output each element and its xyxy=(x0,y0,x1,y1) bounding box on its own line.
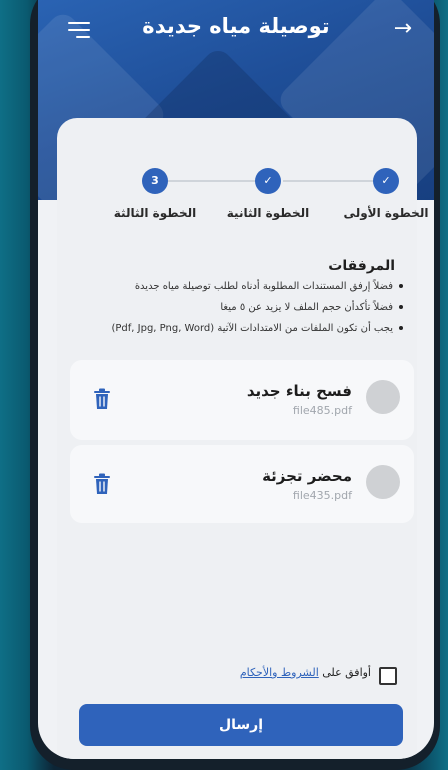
hamburger-menu-icon[interactable] xyxy=(68,22,90,40)
attachments-title: المرفقات xyxy=(328,258,395,274)
step-3-label: الخطوة الثالثة xyxy=(113,206,197,220)
step-2-label: الخطوة الثانية xyxy=(226,206,310,220)
file-thumbnail xyxy=(366,465,400,499)
trash-icon[interactable] xyxy=(92,473,112,495)
terms-link[interactable]: الشروط والأحكام xyxy=(240,666,319,679)
terms-label: أوافق على الشروط والأحكام xyxy=(240,666,371,679)
terms-prefix: أوافق على xyxy=(318,666,371,679)
attachment-filename: file435.pdf xyxy=(292,489,352,502)
note-item: يجب أن تكون الملفات من الامتدادات الآتية… xyxy=(57,322,403,336)
submit-button[interactable]: إرسال xyxy=(79,704,403,746)
step-1-label: الخطوة الأولى xyxy=(343,206,429,220)
form-card: ✓ ✓ 3 الخطوة الأولى الخطوة الثانية الخطو… xyxy=(57,118,428,759)
step-2-check-icon: ✓ xyxy=(255,168,281,194)
attachment-name: محضر تجزئة xyxy=(262,467,352,485)
trash-icon[interactable] xyxy=(92,388,112,410)
terms-checkbox[interactable] xyxy=(379,667,397,685)
top-bar: توصيلة مياه جديدة → xyxy=(38,0,434,60)
terms-row: أوافق على الشروط والأحكام xyxy=(197,666,397,686)
page-title: توصيلة مياه جديدة xyxy=(142,14,330,38)
attachment-item[interactable]: محضر تجزئة file435.pdf xyxy=(70,445,414,523)
attachment-filename: file485.pdf xyxy=(292,404,352,417)
note-item: فضلاً إرفق المستندات المطلوبة أدناه لطلب… xyxy=(57,280,403,294)
attachment-item[interactable]: فسح بناء جديد file485.pdf xyxy=(70,360,414,440)
step-connector xyxy=(168,180,268,182)
note-item: فضلاً تأكدأن حجم الملف لا يزيد عن ٥ ميغا xyxy=(57,301,403,315)
stepper: ✓ ✓ 3 الخطوة الأولى الخطوة الثانية الخطو… xyxy=(57,168,428,228)
file-thumbnail xyxy=(366,380,400,414)
attachment-name: فسح بناء جديد xyxy=(246,382,352,400)
step-connector xyxy=(283,180,383,182)
arrow-right-icon[interactable]: → xyxy=(394,16,412,42)
attachment-notes: فضلاً إرفق المستندات المطلوبة أدناه لطلب… xyxy=(57,280,403,343)
step-3-indicator: 3 xyxy=(142,168,168,194)
app-screen: توصيلة مياه جديدة → ✓ ✓ 3 الخطوة الأولى … xyxy=(38,0,434,759)
step-1-check-icon: ✓ xyxy=(373,168,399,194)
